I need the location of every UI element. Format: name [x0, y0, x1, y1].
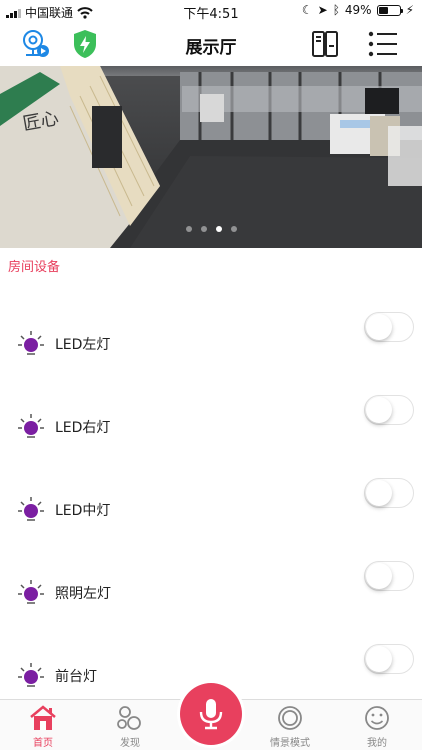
- tab-home-label: 首页: [33, 738, 53, 749]
- bluetooth-icon: ᛒ: [332, 3, 340, 17]
- bulb-icon: [18, 414, 44, 438]
- profile-icon: [365, 706, 389, 730]
- bulb-icon: [18, 663, 44, 687]
- menu-icon[interactable]: [366, 27, 400, 61]
- tab-discover[interactable]: 发现: [95, 702, 165, 749]
- banner-dot[interactable]: [200, 226, 207, 232]
- location-icon: ➤: [317, 3, 328, 17]
- status-right: ☾ ➤ ᛒ 49% ⚡: [302, 3, 414, 17]
- device-row: LED右灯: [0, 395, 422, 455]
- device-label: 照明左灯: [55, 586, 111, 602]
- microphone-icon: [199, 699, 223, 730]
- page-title: 展示厅: [185, 38, 237, 58]
- status-bar: 中国联通 下午4:51 ☾ ➤ ᛒ 49% ⚡: [0, 0, 422, 22]
- device-label: LED中灯: [55, 503, 111, 519]
- moon-icon: ☾: [301, 3, 313, 17]
- banner-dot[interactable]: [230, 226, 237, 232]
- tab-profile[interactable]: 我的: [342, 702, 412, 749]
- device-toggle[interactable]: [364, 644, 414, 674]
- battery-percent: 49%: [344, 3, 372, 17]
- device-toggle[interactable]: [364, 312, 414, 342]
- device-toggle[interactable]: [364, 395, 414, 425]
- device-row: LED左灯: [0, 312, 422, 372]
- device-label: LED左灯: [55, 337, 111, 353]
- discover-icon: [117, 706, 141, 730]
- banner-dot[interactable]: [185, 226, 192, 232]
- section-title: 房间设备: [8, 260, 61, 275]
- device-toggle[interactable]: [364, 478, 414, 508]
- scene-icon: [278, 706, 302, 730]
- charging-icon: ⚡: [405, 3, 414, 17]
- device-row: LED中灯: [0, 478, 422, 538]
- bulb-icon: [18, 331, 44, 355]
- device-toggle[interactable]: [364, 561, 414, 591]
- tab-discover-label: 发现: [120, 738, 140, 749]
- app-screen: 中国联通 下午4:51 ☾ ➤ ᛒ 49% ⚡ 展示厅 匠心 房间设备 LED左…: [0, 0, 422, 750]
- showroom-camera-image: 匠心: [0, 66, 422, 248]
- banner-pagination[interactable]: [0, 226, 422, 232]
- voice-button[interactable]: [180, 683, 242, 745]
- toggle-knob: [366, 646, 392, 672]
- device-label: 前台灯: [55, 669, 97, 685]
- banner-dot[interactable]: [215, 226, 222, 232]
- toggle-knob: [366, 480, 392, 506]
- bulb-icon: [18, 580, 44, 604]
- tab-scene[interactable]: 情景模式: [255, 702, 325, 749]
- toggle-knob: [366, 314, 392, 340]
- panel-icon[interactable]: [308, 27, 342, 61]
- toggle-knob: [366, 397, 392, 423]
- battery-icon: [376, 4, 403, 16]
- tab-profile-label: 我的: [367, 738, 387, 749]
- device-row: 照明左灯: [0, 561, 422, 621]
- tab-scene-label: 情景模式: [270, 738, 310, 749]
- device-label: LED右灯: [55, 420, 111, 436]
- home-icon: [30, 705, 56, 730]
- bulb-icon: [18, 497, 44, 521]
- nav-header: 展示厅: [0, 22, 422, 66]
- tab-home[interactable]: 首页: [8, 702, 78, 749]
- camera-banner[interactable]: 匠心: [0, 66, 422, 248]
- toggle-knob: [366, 563, 392, 589]
